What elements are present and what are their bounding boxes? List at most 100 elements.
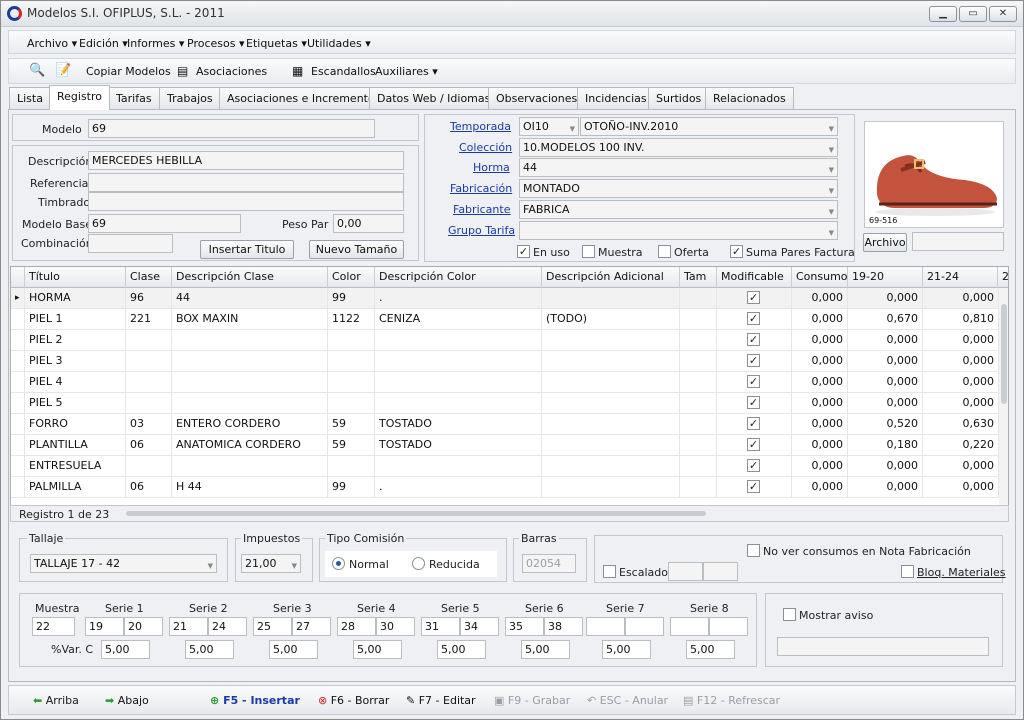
abajo-button[interactable]: ➡ Abajo [105,694,149,707]
impuestos-select[interactable]: 21,00 ▼ [241,554,301,573]
col-21-24[interactable]: 21-24 [923,267,998,288]
mostrar-aviso-checkbox[interactable] [783,608,796,621]
table-cell[interactable]: (TODO) [542,309,680,330]
reducida-radio[interactable] [412,557,425,570]
table-cell[interactable] [126,351,172,372]
table-row[interactable]: PIEL 4 ✓ 0,000 0,000 0,000 [11,372,1008,393]
table-cell[interactable]: 99 [328,477,375,498]
serie-size-field[interactable]: 38 [544,617,583,636]
table-cell[interactable]: 0,630 [923,414,999,435]
serie-size-field[interactable]: 27 [292,617,331,636]
table-cell[interactable]: 0,000 [923,351,999,372]
check-icon[interactable]: ✓ [747,438,760,451]
tallaje-select[interactable]: TALLAJE 17 - 42 ▼ [30,554,217,573]
coleccion-link[interactable]: Colección [459,141,512,154]
tab-tarifas[interactable]: Tarifas [108,87,160,109]
modelo-field[interactable]: 69 [88,119,375,138]
serie-size-field[interactable]: 35 [505,617,544,636]
modificable-checkbox[interactable]: ✓ [717,309,792,330]
table-cell[interactable]: 0,000 [848,351,923,372]
table-cell[interactable] [680,456,717,477]
table-cell[interactable]: 59 [328,435,375,456]
table-cell[interactable] [375,456,542,477]
table-row[interactable]: PALMILLA 06 H 44 99. ✓ 0,000 0,000 0,000 [11,477,1008,498]
table-cell[interactable]: 03 [126,414,172,435]
tab-lista[interactable]: Lista [9,87,51,109]
table-cell[interactable]: PIEL 3 [25,351,126,372]
table-cell[interactable]: 0,000 [792,351,848,372]
var-field[interactable]: 5,00 [602,640,651,659]
table-cell[interactable]: 0,000 [923,456,999,477]
grupo-tarifa-select[interactable]: ▼ [519,221,838,240]
table-cell[interactable]: 0,670 [848,309,923,330]
col-consumo[interactable]: Consumo [792,267,848,288]
table-cell[interactable]: FORRO [25,414,126,435]
table-cell[interactable]: 0,000 [792,435,848,456]
table-cell[interactable] [680,309,717,330]
col-modificable[interactable]: Modificable [717,267,792,288]
hscroll-thumb[interactable] [126,511,706,516]
horma-link[interactable]: Horma [473,161,510,174]
serie-size-field[interactable] [625,617,664,636]
col-color[interactable]: Color [328,267,375,288]
serie-size-field[interactable]: 21 [169,617,208,636]
table-cell[interactable] [172,351,328,372]
insertar-button[interactable]: ⊕ F5 - Insertar [210,694,300,707]
table-cell[interactable]: 0,000 [792,309,848,330]
var-field[interactable]: 5,00 [101,640,150,659]
table-cell[interactable]: ENTRESUELA [25,456,126,477]
table-cell[interactable] [126,372,172,393]
var-field[interactable]: 5,00 [269,640,318,659]
fabricacion-select[interactable]: MONTADO ▼ [519,179,838,198]
col-titulo[interactable]: Título [25,267,126,288]
table-cell[interactable] [328,351,375,372]
check-icon[interactable]: ✓ [747,480,760,493]
maximize-button[interactable]: ▭ [959,6,987,22]
fabricante-select[interactable]: FABRICA ▼ [519,200,838,219]
col-tam[interactable]: Tam [680,267,717,288]
escalado-checkbox[interactable] [603,565,616,578]
table-cell[interactable]: 06 [126,435,172,456]
table-cell[interactable] [680,288,717,309]
table-cell[interactable]: 0,000 [848,288,923,309]
suma-pares-checkbox[interactable]: ✓ [730,245,743,258]
table-cell[interactable]: 0,000 [923,288,999,309]
table-cell[interactable]: 0,000 [792,372,848,393]
tab-trabajos[interactable]: Trabajos [159,87,221,109]
table-cell[interactable] [126,393,172,414]
scroll-thumb[interactable] [1001,304,1007,404]
menu-informes[interactable]: Informes ▾ [127,37,184,50]
modelo-base-field[interactable]: 69 [88,214,241,233]
associations-button[interactable]: Asociaciones [196,65,267,78]
table-cell[interactable]: 221 [126,309,172,330]
edit-icon[interactable]: 📝 [55,63,71,78]
serie-size-field[interactable]: 30 [376,617,415,636]
archivo-button[interactable]: Archivo [863,233,907,252]
table-cell[interactable] [680,330,717,351]
table-row[interactable]: PIEL 2 ✓ 0,000 0,000 0,000 [11,330,1008,351]
modificable-checkbox[interactable]: ✓ [717,456,792,477]
table-cell[interactable] [680,435,717,456]
table-cell[interactable]: PIEL 2 [25,330,126,351]
table-cell[interactable] [542,477,680,498]
table-cell[interactable]: 1122 [328,309,375,330]
table-cell[interactable]: 0,000 [848,456,923,477]
table-row[interactable]: PLANTILLA 06 ANATOMICA CORDERO 59 TOSTADO ✓ 0,… [11,435,1008,456]
check-icon[interactable]: ✓ [747,291,760,304]
var-field[interactable]: 5,00 [437,640,486,659]
table-cell[interactable]: 0,000 [792,288,848,309]
table-cell[interactable]: 96 [126,288,172,309]
table-cell[interactable]: 0,000 [923,372,999,393]
table-cell[interactable] [680,414,717,435]
horizontal-scrollbar[interactable] [111,510,996,518]
col-19-20[interactable]: 19-20 [848,267,923,288]
table-cell[interactable]: PALMILLA [25,477,126,498]
anular-button[interactable]: ↶ ESC - Anular [587,694,668,707]
coleccion-select[interactable]: 10.MODELOS 100 INV. ▼ [519,138,838,157]
table-cell[interactable] [126,330,172,351]
modificable-checkbox[interactable]: ✓ [717,435,792,456]
col-descripcion-adicional[interactable]: Descripción Adicional [542,267,680,288]
table-cell[interactable]: 99 [328,288,375,309]
no-ver-consumos-checkbox[interactable] [747,544,760,557]
table-cell[interactable]: 44 [172,288,328,309]
